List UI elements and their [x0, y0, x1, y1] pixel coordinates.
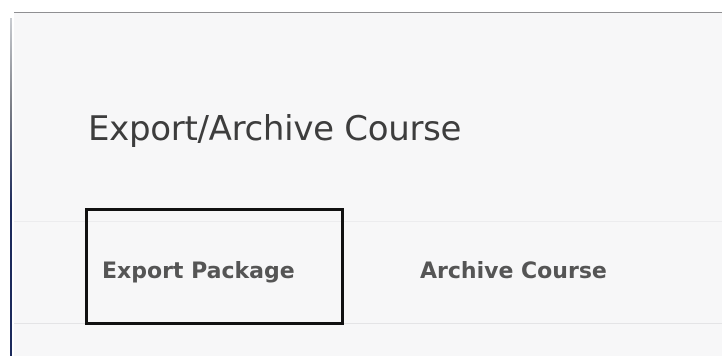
window-top-edge	[0, 0, 722, 12]
window-left-edge	[0, 8, 14, 356]
screenshot-frame: Export/Archive Course Export Package Arc…	[0, 0, 722, 356]
sidebar-border-line	[10, 18, 12, 356]
tab-export-package[interactable]: Export Package	[102, 259, 295, 284]
tab-bar-top-divider	[14, 221, 722, 222]
tab-archive-course[interactable]: Archive Course	[420, 259, 607, 284]
page-title: Export/Archive Course	[88, 109, 462, 149]
content-panel: Export/Archive Course Export Package Arc…	[14, 12, 722, 356]
tab-bar-bottom-divider	[14, 323, 722, 324]
